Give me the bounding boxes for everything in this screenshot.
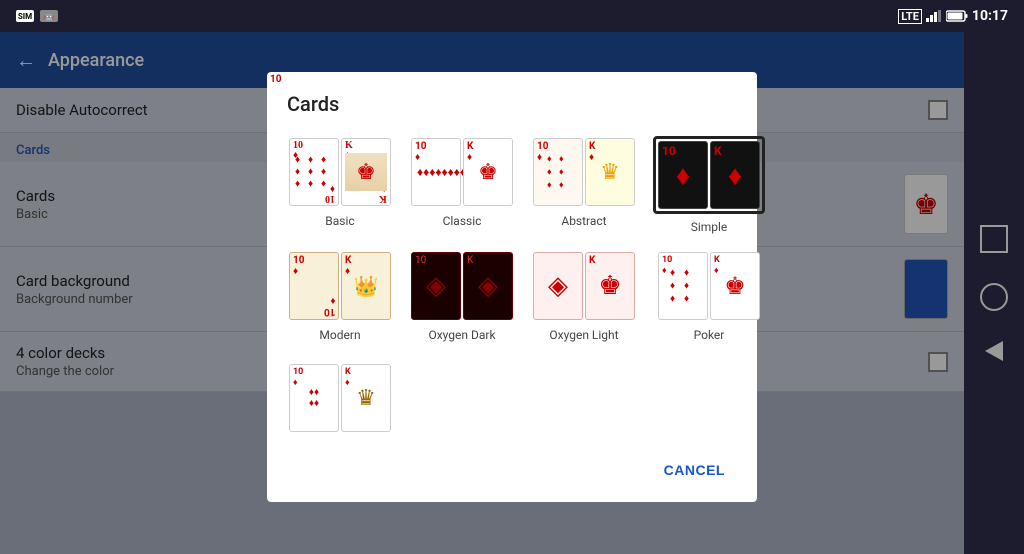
oxl-card-1: 10 ◈ bbox=[533, 252, 583, 320]
card-option-extra1[interactable]: 10♦ ♦♦♦♦ K♦ ♛ bbox=[283, 358, 397, 438]
abstract-ten-card: 10♦ ♦♦♦♦♦♦ bbox=[533, 138, 583, 206]
classic-ten-card: 10♦ ♦♦♦♦♦♦♦♦♦♦ bbox=[411, 138, 461, 206]
card-option-poker[interactable]: 10♦ ♦♦♦♦♦♦ K♦ ♚ Poker bbox=[649, 246, 769, 346]
modern-king-card: K♦ 👑 bbox=[341, 252, 391, 320]
nav-circle-button[interactable] bbox=[980, 283, 1008, 311]
basic-card-pair: 10♦ 10♦ ♦♦♦ ♦♦♦ ♦♦♦ K♦ K♦ ♚ bbox=[287, 136, 393, 208]
cards-grid: 10♦ 10♦ ♦♦♦ ♦♦♦ ♦♦♦ K♦ K♦ ♚ bbox=[283, 132, 741, 346]
lte-label: LTE bbox=[898, 9, 922, 24]
classic-king-card: K♦ ♚ bbox=[463, 138, 513, 206]
extra1-card-pair: 10♦ ♦♦♦♦ K♦ ♛ bbox=[287, 362, 393, 434]
abstract-card-pair: 10♦ ♦♦♦♦♦♦ K♦ ♛ bbox=[531, 136, 637, 208]
oxygen-light-card-pair: 10 ◈ K ♚ bbox=[531, 250, 637, 322]
battery-icon bbox=[946, 10, 968, 22]
nav-bar bbox=[964, 32, 1024, 554]
extra1-card-b: K♦ ♛ bbox=[341, 364, 391, 432]
abstract-king-card: K♦ ♛ bbox=[585, 138, 635, 206]
card-option-oxygen-light[interactable]: 10 ◈ K ♚ Oxygen Light bbox=[527, 246, 641, 346]
android-icon: 🤖 bbox=[40, 10, 58, 22]
card-option-oxygen-dark[interactable]: 10 ◈ K ◈ Oxygen Dark bbox=[405, 246, 519, 346]
card-option-classic[interactable]: 10♦ ♦♦♦♦♦♦♦♦♦♦ K♦ ♚ Classic bbox=[405, 132, 519, 238]
modern-ten-card: 10♦ 10♦ bbox=[289, 252, 339, 320]
modern-card-pair: 10♦ 10♦ K♦ 👑 bbox=[287, 250, 393, 322]
basic-king-card: K♦ K♦ ♚ bbox=[341, 138, 391, 206]
status-bar-right: LTE 10:17 bbox=[898, 8, 1008, 24]
card-option-modern[interactable]: 10♦ 10♦ K♦ 👑 Modern bbox=[283, 246, 397, 346]
partial-cards-row: 10♦ ♦♦♦♦ K♦ ♛ bbox=[283, 358, 741, 438]
cards-dialog: Cards 10♦ 10♦ ♦♦♦ ♦♦♦ ♦♦♦ bbox=[267, 72, 757, 502]
poker-card-2: K♦ ♚ bbox=[710, 252, 760, 320]
classic-card-pair: 10♦ ♦♦♦♦♦♦♦♦♦♦ K♦ ♚ bbox=[409, 136, 515, 208]
abstract-label: Abstract bbox=[561, 214, 606, 228]
oxl-card-2: K ♚ bbox=[585, 252, 635, 320]
cancel-button[interactable]: CANCEL bbox=[652, 454, 737, 486]
oxygen-dark-card-pair: 10 ◈ K ◈ bbox=[409, 250, 515, 322]
poker-card-pair: 10♦ ♦♦♦♦♦♦ K♦ ♚ bbox=[656, 250, 762, 322]
status-bar-left: SIM 🤖 bbox=[16, 10, 58, 22]
classic-label: Classic bbox=[443, 214, 482, 228]
simple-card-pair: 10 ♦ K ♦ bbox=[653, 136, 765, 214]
oxygen-light-label: Oxygen Light bbox=[549, 328, 618, 342]
nav-square-button[interactable] bbox=[980, 225, 1008, 253]
oxd-card-2: K ◈ bbox=[463, 252, 513, 320]
simple-ten-card: 10 ♦ bbox=[658, 141, 708, 209]
king-figure: ♚ bbox=[345, 153, 387, 191]
card-option-simple[interactable]: 10 ♦ K ♦ Simple bbox=[649, 132, 769, 238]
simple-label: Simple bbox=[691, 220, 728, 234]
extra1-card-a: 10♦ ♦♦♦♦ bbox=[289, 364, 339, 432]
nav-back-button[interactable] bbox=[985, 341, 1003, 361]
simple-king-card: K ♦ bbox=[710, 141, 760, 209]
time-display: 10:17 bbox=[972, 8, 1008, 24]
phone-frame: SIM 🤖 LTE 10:17 ← Appearance bbox=[0, 0, 1024, 554]
oxygen-dark-label: Oxygen Dark bbox=[428, 328, 495, 342]
poker-label: Poker bbox=[694, 328, 725, 342]
basic-label: Basic bbox=[325, 214, 354, 228]
poker-card-1: 10♦ ♦♦♦♦♦♦ bbox=[658, 252, 708, 320]
card-option-basic[interactable]: 10♦ 10♦ ♦♦♦ ♦♦♦ ♦♦♦ K♦ K♦ ♚ bbox=[283, 132, 397, 238]
status-bar: SIM 🤖 LTE 10:17 bbox=[0, 0, 1024, 32]
sim-icon: SIM bbox=[16, 10, 34, 22]
oxd-card-1: 10 ◈ bbox=[411, 252, 461, 320]
signal-icon bbox=[926, 10, 942, 22]
dialog-title: Cards bbox=[283, 92, 741, 116]
basic-ten-card: 10♦ 10♦ ♦♦♦ ♦♦♦ ♦♦♦ bbox=[289, 138, 339, 206]
dialog-actions: CANCEL bbox=[283, 446, 741, 494]
card-option-abstract[interactable]: 10♦ ♦♦♦♦♦♦ K♦ ♛ Abstract bbox=[527, 132, 641, 238]
modern-label: Modern bbox=[319, 328, 360, 342]
